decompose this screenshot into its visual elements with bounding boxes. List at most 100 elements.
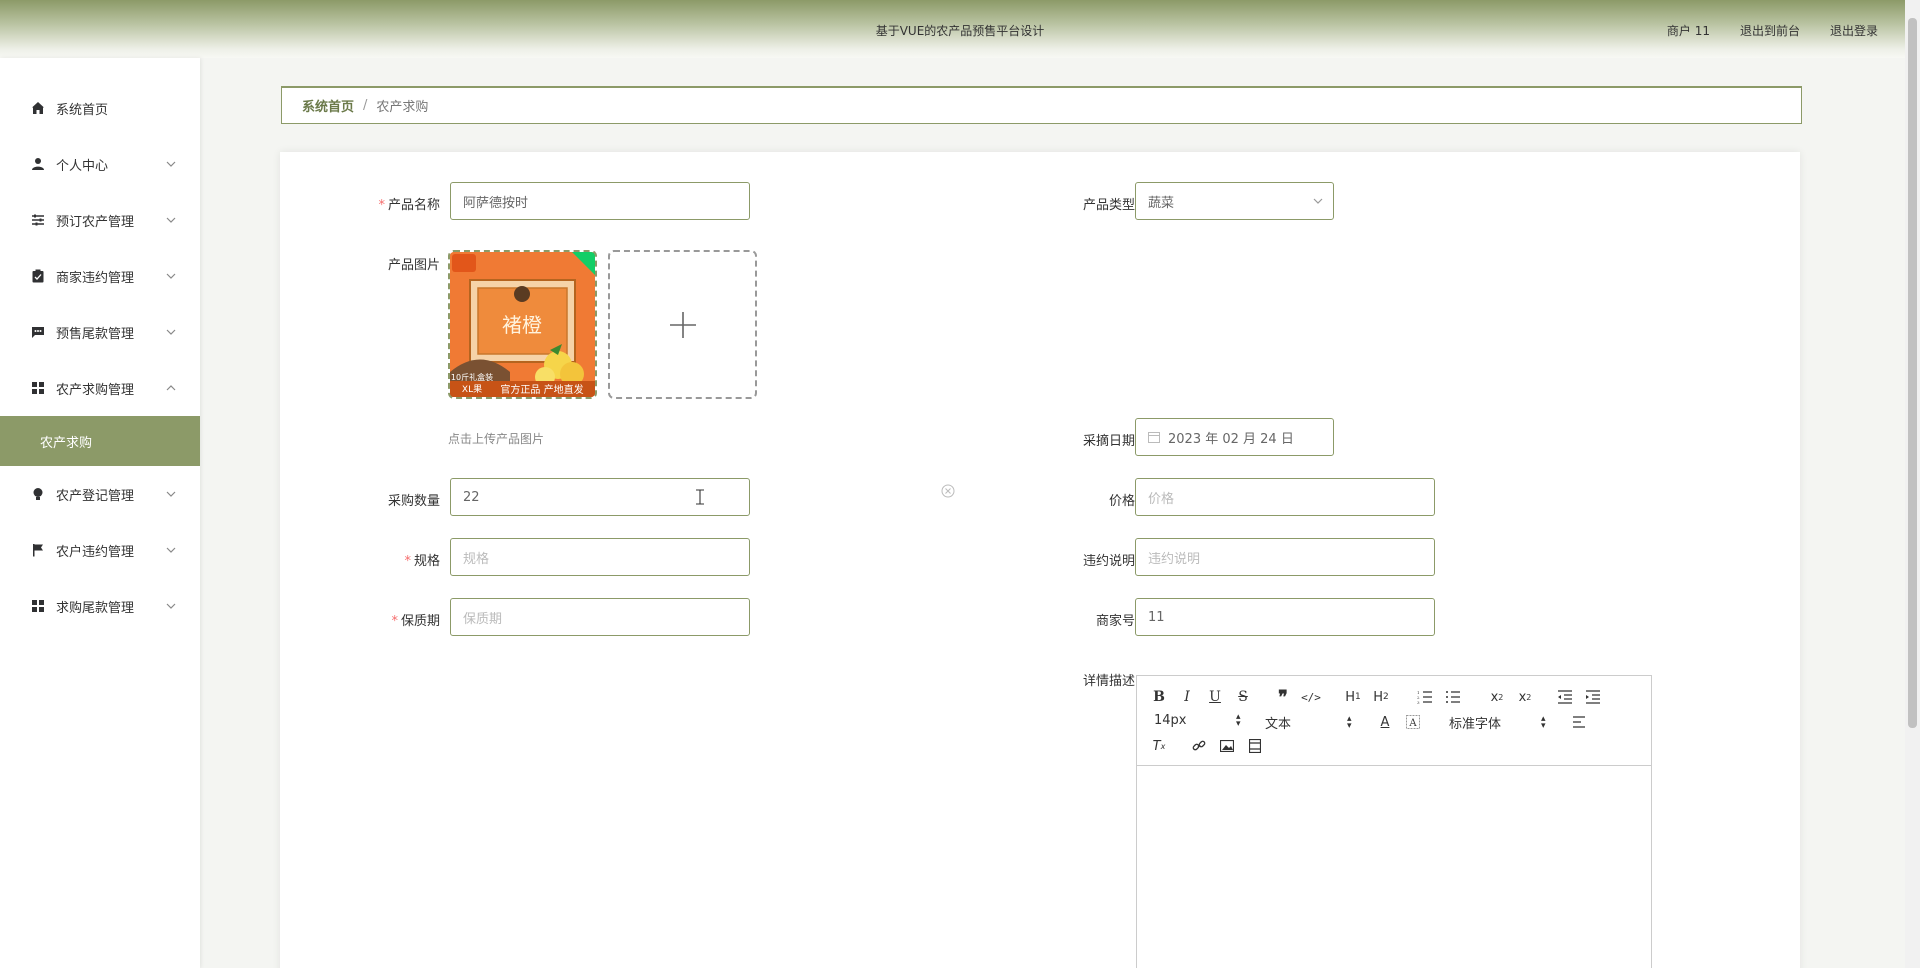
breach-note-input[interactable]: 违约说明 <box>1135 538 1435 576</box>
sidebar: 系统首页 个人中心 预订农产管理 商家违约管理 预售尾款管理 农产求购管理 农产… <box>0 58 200 968</box>
image-icon[interactable] <box>1217 736 1237 756</box>
app-title: 基于VUE的农产品预售平台设计 <box>875 24 1045 38</box>
clear-circle-icon[interactable] <box>941 484 955 498</box>
clear-format-icon[interactable]: Tx <box>1149 736 1169 756</box>
indent-icon[interactable] <box>1583 687 1603 707</box>
merchant-no-input[interactable]: 11 <box>1135 598 1435 636</box>
sidebar-item-label: 个人中心 <box>56 158 109 174</box>
underline-icon[interactable]: U <box>1205 687 1225 707</box>
sidebar-item-booking-management[interactable]: 预订农产管理 <box>0 192 200 248</box>
bullet-list-icon[interactable] <box>1443 687 1463 707</box>
sidebar-item-merchant-breach[interactable]: 商家违约管理 <box>0 248 200 304</box>
header-links: 商户 11 退出到前台 退出登录 <box>1667 22 1878 39</box>
merchant-no-label: 商家号 <box>1095 614 1135 629</box>
text-color-icon[interactable]: A <box>1375 712 1395 732</box>
link-icon[interactable] <box>1189 736 1209 756</box>
uploaded-product-image[interactable]: 褚橙 10斤礼盒装 XL果 官方正品 产地直发 <box>448 250 597 399</box>
user-icon <box>30 156 46 172</box>
sidebar-item-label: 系统首页 <box>56 102 109 118</box>
main-content: 系统首页 / 农产求购 *产品名称 阿萨德按时 产品类型 蔬菜 产品图片 褚橙 <box>200 58 1905 968</box>
sliders-icon <box>30 212 46 228</box>
bold-icon[interactable]: B <box>1149 687 1169 707</box>
image-upload-hint: 点击上传产品图片 <box>448 432 545 446</box>
ordered-list-icon[interactable]: 123 <box>1415 687 1435 707</box>
chevron-down-icon <box>166 161 176 167</box>
sidebar-item-label: 农产求购 <box>40 435 93 451</box>
outdent-icon[interactable] <box>1555 687 1575 707</box>
rich-text-editor: B I U S ❞ </> H1 H2 123 x2 x2 14px ▴ ▾ 文… <box>1136 675 1652 968</box>
header-value: 文本 <box>1265 717 1292 732</box>
sidebar-item-purchase-balance[interactable]: 求购尾款管理 <box>0 578 200 634</box>
svg-text:褚橙: 褚橙 <box>502 313 542 337</box>
sidebar-item-label: 预售尾款管理 <box>56 326 135 342</box>
shelf-life-label: * 保质期 <box>391 614 440 629</box>
current-user-label[interactable]: 商户 11 <box>1667 22 1710 39</box>
home-icon <box>30 100 46 116</box>
logout-link[interactable]: 退出登录 <box>1830 22 1878 39</box>
sidebar-item-purchase-management[interactable]: 农产求购管理 <box>0 360 200 416</box>
grid-icon <box>30 380 46 396</box>
header-picker[interactable]: 文本 ▴ ▾ <box>1265 713 1355 732</box>
sidebar-item-label: 预订农产管理 <box>56 214 135 230</box>
sidebar-item-personal-center[interactable]: 个人中心 <box>0 136 200 192</box>
chevron-down-icon <box>166 603 176 609</box>
detail-label: 详情描述 <box>1082 674 1135 689</box>
scrollbar-thumb[interactable] <box>1908 18 1917 728</box>
quantity-input[interactable]: 22 <box>450 478 750 516</box>
price-input[interactable]: 价格 <box>1135 478 1435 516</box>
sidebar-item-presale-balance[interactable]: 预售尾款管理 <box>0 304 200 360</box>
quantity-value: 22 <box>463 489 480 505</box>
quantity-label: 采购数量 <box>387 494 440 509</box>
shelf-life-input[interactable]: 保质期 <box>450 598 750 636</box>
header-2-icon[interactable]: H2 <box>1369 687 1393 707</box>
svg-text:A: A <box>1408 718 1417 729</box>
sidebar-subitem-purchase[interactable]: 农产求购 <box>0 416 200 466</box>
plus-icon <box>669 311 696 338</box>
strike-icon[interactable]: S <box>1233 687 1253 707</box>
code-block-icon[interactable]: </> <box>1301 687 1321 707</box>
superscript-icon[interactable]: x2 <box>1515 687 1535 707</box>
sidebar-item-registration-management[interactable]: 农产登记管理 <box>0 466 200 522</box>
product-name-input[interactable]: 阿萨德按时 <box>450 182 750 220</box>
picker-arrow-icon: ▴ ▾ <box>1236 711 1241 729</box>
picker-arrow-icon: ▴ ▾ <box>1347 713 1352 731</box>
header-1-icon[interactable]: H1 <box>1341 687 1365 707</box>
editor-content-area[interactable] <box>1137 766 1651 968</box>
background-color-icon[interactable]: A <box>1403 712 1423 732</box>
editor-toolbar: B I U S ❞ </> H1 H2 123 x2 x2 14px ▴ ▾ 文… <box>1137 676 1651 766</box>
product-image-picture: 褚橙 10斤礼盒装 XL果 官方正品 产地直发 <box>450 252 595 397</box>
product-type-select[interactable]: 蔬菜 <box>1135 182 1334 220</box>
breadcrumb-home-link[interactable]: 系统首页 <box>302 96 354 115</box>
grid-icon <box>30 598 46 614</box>
subscript-icon[interactable]: x2 <box>1487 687 1507 707</box>
video-icon[interactable] <box>1245 736 1265 756</box>
product-image-label: 产品图片 <box>387 258 440 273</box>
purchase-form: * 产品名称 阿萨德按时 产品类型 蔬菜 产品图片 褚橙 10斤礼盒装 XL果 … <box>280 152 1800 968</box>
sidebar-item-home[interactable]: 系统首页 <box>0 80 200 136</box>
breadcrumb-separator: / <box>363 98 368 113</box>
breadcrumb-current: 农产求购 <box>376 100 429 115</box>
svg-text:XL果: XL果 <box>462 384 482 395</box>
spec-label: * 规格 <box>404 554 440 569</box>
pick-date-picker[interactable]: 2023 年 02 月 24 日 <box>1135 418 1334 456</box>
font-size-picker[interactable]: 14px ▴ ▾ <box>1154 711 1244 729</box>
blockquote-icon[interactable]: ❞ <box>1273 687 1293 708</box>
font-family-picker[interactable]: 标准字体 ▴ ▾ <box>1449 713 1549 732</box>
text-cursor-icon <box>696 489 704 505</box>
italic-icon[interactable]: I <box>1177 687 1197 707</box>
chevron-down-icon <box>166 273 176 279</box>
sidebar-item-farmer-breach[interactable]: 农户违约管理 <box>0 522 200 578</box>
chevron-down-icon <box>166 329 176 335</box>
pick-date-value: 2023 年 02 月 24 日 <box>1168 431 1294 447</box>
spec-input[interactable]: 规格 <box>450 538 750 576</box>
clipboard-check-icon <box>30 268 46 284</box>
back-to-front-link[interactable]: 退出到前台 <box>1740 22 1800 39</box>
align-icon[interactable] <box>1569 712 1589 732</box>
price-label: 价格 <box>1108 494 1135 509</box>
image-upload-button[interactable] <box>608 250 757 399</box>
product-name-label: * 产品名称 <box>378 198 440 213</box>
product-type-label: 产品类型 <box>1082 198 1135 213</box>
font-size-value: 14px <box>1154 713 1187 728</box>
svg-text:官方正品 产地直发: 官方正品 产地直发 <box>500 383 583 396</box>
page-scrollbar[interactable] <box>1905 0 1920 968</box>
